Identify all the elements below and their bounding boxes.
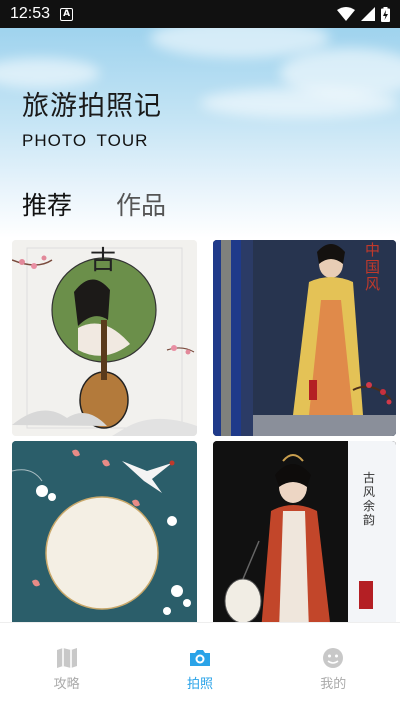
bottom-nav: 攻略 拍照 我的	[0, 622, 400, 712]
tab-works[interactable]: 作品	[116, 186, 166, 222]
profile-icon	[323, 648, 344, 668]
signal-icon	[361, 7, 375, 21]
nav-label-guide: 攻略	[53, 677, 80, 692]
nav-item-camera[interactable]: 拍照	[160, 647, 240, 692]
card-caption: 中国风	[365, 241, 381, 293]
app-title: 旅游拍照记	[22, 91, 162, 122]
status-time: 12:53	[10, 5, 51, 22]
content-tabs: 推荐 作品	[22, 186, 166, 222]
nav-label-profile: 我的	[320, 677, 347, 692]
gallery-card-chinese-style[interactable]: 中国风	[213, 240, 396, 436]
camera-icon	[189, 650, 210, 666]
gallery-card-cranes[interactable]	[12, 441, 197, 631]
wifi-icon	[337, 7, 355, 21]
nav-item-profile[interactable]: 我的	[293, 647, 373, 692]
tab-recommended[interactable]: 推荐	[22, 186, 72, 222]
app-subtitle: PHOTO TOUR	[22, 131, 149, 150]
gallery-card-guzheng[interactable]: 古	[12, 240, 197, 436]
a-icon: A	[60, 7, 74, 21]
card-artwork	[213, 441, 396, 631]
nav-label-camera: 拍照	[186, 677, 213, 692]
card-artwork	[12, 441, 197, 631]
map-icon	[56, 648, 77, 668]
status-bar: 12:53 A	[0, 0, 400, 28]
battery-charging-icon	[381, 6, 390, 22]
card-caption: 古风余韵	[363, 471, 376, 527]
gallery-card-hanfu-lantern[interactable]: 古风余韵	[213, 441, 396, 631]
nav-item-guide[interactable]: 攻略	[27, 647, 107, 692]
card-caption: 古	[90, 246, 117, 276]
